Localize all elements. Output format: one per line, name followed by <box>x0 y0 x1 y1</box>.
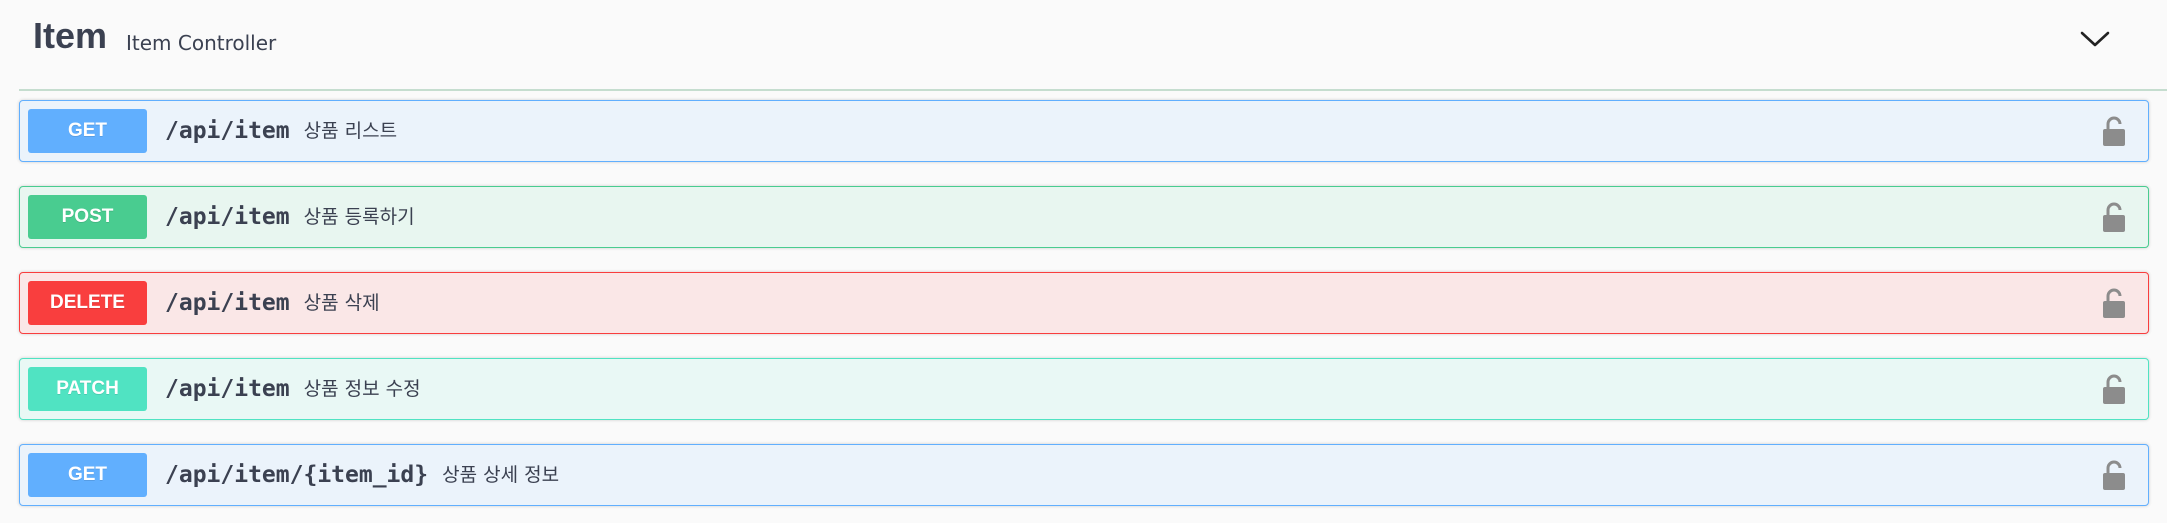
path-text: /api/item <box>165 118 290 144</box>
operation-get-item-list[interactable]: GET /api/item 상품 리스트 <box>19 100 2149 162</box>
method-badge: POST <box>28 195 147 239</box>
item-tag-section: Item Item Controller GET /api/item 상품 리스트… <box>0 0 2167 523</box>
operation-summary: 상품 삭제 <box>303 292 380 314</box>
path-text: /api/item <box>165 290 290 316</box>
lock-icon[interactable] <box>2102 459 2126 491</box>
operation-path: /api/item 상품 정보 수정 <box>165 374 421 405</box>
lock-icon[interactable] <box>2102 287 2126 319</box>
lock-icon[interactable] <box>2102 115 2126 147</box>
operation-patch-item[interactable]: PATCH /api/item 상품 정보 수정 <box>19 358 2149 420</box>
chevron-down-icon[interactable] <box>2079 28 2111 50</box>
operation-summary: 상품 상세 정보 <box>442 464 560 486</box>
operation-post-item[interactable]: POST /api/item 상품 등록하기 <box>19 186 2149 248</box>
tag-description: Item Controller <box>126 31 277 55</box>
path-text: /api/item <box>165 204 290 230</box>
lock-icon[interactable] <box>2102 373 2126 405</box>
operation-get-item-detail[interactable]: GET /api/item/{item_id} 상품 상세 정보 <box>19 444 2149 506</box>
path-text: /api/item <box>165 376 290 402</box>
method-badge: DELETE <box>28 281 147 325</box>
operations-list: GET /api/item 상품 리스트 POST /api/item 상품 등록하… <box>19 100 2149 523</box>
method-badge: GET <box>28 109 147 153</box>
lock-icon[interactable] <box>2102 201 2126 233</box>
operation-summary: 상품 정보 수정 <box>303 378 421 400</box>
tag-header[interactable]: Item Item Controller <box>19 0 2167 91</box>
operation-path: /api/item 상품 리스트 <box>165 116 397 147</box>
operation-delete-item[interactable]: DELETE /api/item 상품 삭제 <box>19 272 2149 334</box>
operation-path: /api/item/{item_id} 상품 상세 정보 <box>165 460 559 491</box>
operation-path: /api/item 상품 등록하기 <box>165 202 415 233</box>
path-text: /api/item/{item_id} <box>165 462 429 488</box>
operation-summary: 상품 리스트 <box>303 120 398 142</box>
method-badge: GET <box>28 453 147 497</box>
operation-summary: 상품 등록하기 <box>303 206 415 228</box>
method-badge: PATCH <box>28 367 147 411</box>
operation-path: /api/item 상품 삭제 <box>165 288 380 319</box>
tag-title: Item <box>33 15 108 56</box>
